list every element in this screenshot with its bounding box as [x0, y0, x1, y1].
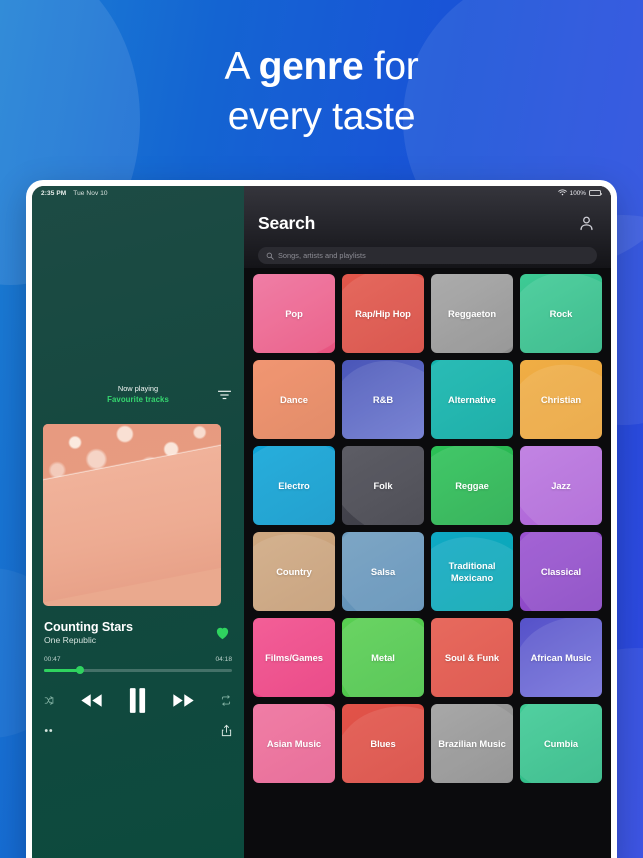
genre-tile[interactable]: Rock [520, 274, 602, 353]
genre-tile-label: Folk [373, 479, 393, 491]
headline-word-a: A [224, 45, 259, 88]
headline-line-1: A genre for [0, 42, 643, 92]
genre-tile[interactable]: Rap/Hip Hop [342, 274, 424, 353]
genre-tile[interactable]: Brazilian Music [431, 704, 513, 783]
genre-tile[interactable]: African Music [520, 618, 602, 697]
status-bar-date: Tue Nov 10 [73, 189, 108, 197]
genre-grid: Pop Rap/Hip Hop Reggaeton Rock Dance R&B Alter… [253, 274, 602, 858]
genre-tile-label: Traditional Mexicano [448, 559, 496, 583]
genre-tile-label: Rap/Hip Hop [355, 307, 411, 319]
wifi-icon [557, 189, 567, 198]
playback-controls [44, 688, 232, 713]
genre-tile[interactable]: Alternative [431, 360, 513, 439]
status-bar-clock: 2:35 PM [41, 189, 67, 197]
genre-tile-label: Reggaeton [448, 307, 496, 319]
genre-tile[interactable]: Dance [253, 360, 335, 439]
genre-tile[interactable]: Christian [520, 360, 602, 439]
track-artist: One Republic [44, 635, 97, 645]
equalizer-icon[interactable] [217, 388, 232, 400]
progress-slider[interactable] [44, 666, 232, 675]
tablet-screen: 2:35 PM Tue Nov 10 Now playing Favourite… [32, 186, 611, 858]
now-playing-panel: 2:35 PM Tue Nov 10 Now playing Favourite… [32, 186, 244, 858]
genre-tile-label: Asian Music [266, 737, 322, 749]
genre-tile[interactable]: Folk [342, 446, 424, 525]
promo-headline: A genre for every taste [0, 42, 643, 142]
genre-tile[interactable]: Pop [253, 274, 335, 353]
album-artwork[interactable] [43, 424, 221, 606]
genre-tile-label: Salsa [370, 565, 396, 577]
progress-knob[interactable] [75, 666, 84, 675]
status-bar-left: 2:35 PM Tue Nov 10 [32, 186, 244, 200]
fast-forward-button[interactable] [171, 693, 196, 708]
genre-tile-label: Blues [370, 737, 396, 749]
genre-tile-label: Metal [371, 651, 395, 663]
headline-word-for: for [363, 45, 419, 88]
battery-icon [589, 190, 603, 196]
genre-tile-label: R&B [372, 393, 394, 405]
genre-tile[interactable]: Salsa [342, 532, 424, 611]
genre-tile-label: Films/Games [265, 651, 323, 663]
elapsed-time: 00:47 [44, 656, 61, 663]
genre-tile[interactable]: Jazz [520, 446, 602, 525]
genre-tile[interactable]: Reggaeton [431, 274, 513, 353]
genre-tile[interactable]: Asian Music [253, 704, 335, 783]
genre-tile[interactable]: Traditional Mexicano [431, 532, 513, 611]
genre-tile[interactable]: Reggae [431, 446, 513, 525]
headline-line-2: every taste [227, 95, 416, 138]
genre-tile[interactable]: Cumbia [520, 704, 602, 783]
genre-tile-label: African Music [530, 651, 592, 663]
genre-tile-label: Brazilian Music [438, 737, 506, 749]
share-icon[interactable] [221, 724, 232, 737]
status-bar-right: 100% [557, 186, 611, 200]
genre-tile-label: Rock [549, 307, 573, 319]
genre-tile-label: Dance [280, 393, 308, 405]
genre-tile-label: Alternative [448, 393, 496, 405]
playlist-name[interactable]: Favourite tracks [32, 395, 244, 404]
rewind-button[interactable] [79, 693, 104, 708]
headline-word-genre: genre [258, 45, 364, 88]
genre-tile[interactable]: Classical [520, 532, 602, 611]
shuffle-button[interactable] [44, 695, 55, 706]
genre-tile[interactable]: Blues [342, 704, 424, 783]
genre-tile-label: Cumbia [543, 737, 579, 749]
battery-percent-label: 100% [569, 189, 586, 197]
progress-times: 00:47 04:18 [44, 656, 232, 663]
genre-tile[interactable]: Soul & Funk [431, 618, 513, 697]
genre-tile-label: Christian [540, 393, 582, 405]
repeat-button[interactable] [220, 695, 232, 706]
genre-tile[interactable]: Country [253, 532, 335, 611]
genre-tile[interactable]: Metal [342, 618, 424, 697]
genre-tile-label: Country [276, 565, 312, 577]
now-playing-label: Now playing [117, 384, 159, 393]
now-playing-header: Now playing Favourite tracks [32, 384, 244, 404]
heart-icon[interactable] [215, 626, 230, 640]
magnifier-icon [266, 247, 274, 265]
genre-tile[interactable]: R&B [342, 360, 424, 439]
genre-tile[interactable]: Films/Games [253, 618, 335, 697]
pause-button[interactable] [128, 688, 147, 713]
genre-tile-label: Reggae [455, 479, 489, 491]
person-icon[interactable] [578, 215, 595, 232]
genre-tile-label: Classical [540, 565, 582, 577]
genre-tile-label: Jazz [551, 479, 571, 491]
secondary-controls [44, 724, 232, 737]
tablet-device-frame: 2:35 PM Tue Nov 10 Now playing Favourite… [26, 180, 617, 858]
genre-tile[interactable]: Electro [253, 446, 335, 525]
search-input[interactable]: Songs, artists and playlists [258, 247, 597, 264]
more-dots-icon[interactable] [44, 728, 56, 733]
track-info: Counting Stars One Republic [44, 620, 232, 645]
search-placeholder-text: Songs, artists and playlists [278, 251, 366, 260]
track-title: Counting Stars [44, 620, 133, 634]
search-panel: 100% Search Songs, artists and playlists [244, 186, 611, 858]
progress-fill [44, 669, 80, 672]
genre-tile-label: Soul & Funk [444, 651, 500, 663]
genre-tile-label: Pop [285, 307, 303, 319]
page-title: Search [258, 213, 316, 233]
genre-tile-label: Electro [278, 479, 310, 491]
total-duration: 04:18 [215, 656, 232, 663]
